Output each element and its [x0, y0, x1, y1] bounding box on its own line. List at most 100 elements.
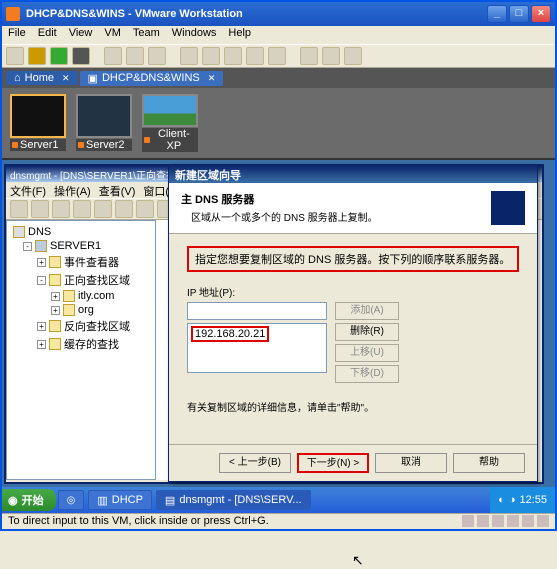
tray-icon[interactable]: ◐	[498, 494, 505, 506]
menu-windows[interactable]: Windows	[172, 27, 217, 43]
task-dhcp[interactable]: ▥ DHCP	[88, 490, 152, 510]
back-icon[interactable]	[10, 200, 28, 218]
expand-icon[interactable]: +	[51, 292, 60, 301]
tree-item-label: 正向查找区域	[64, 272, 130, 288]
tray-icon[interactable]: ◑	[509, 494, 516, 506]
ip-input[interactable]	[187, 302, 327, 320]
down-button[interactable]: 下移(D)	[335, 365, 399, 383]
menu-file[interactable]: File	[8, 27, 26, 43]
start-button[interactable]: ◉ 开始	[2, 489, 56, 511]
device-icon[interactable]	[507, 515, 519, 527]
wizard-heading: 主 DNS 服务器	[181, 191, 483, 207]
task-dnsmgmt[interactable]: ▤ dnsmgmt - [DNS\SERV...	[156, 490, 311, 510]
up-button[interactable]: 上移(U)	[335, 344, 399, 362]
server-list[interactable]: 192.168.20.21	[187, 323, 327, 373]
window-title: DHCP&DNS&WINS - VMware Workstation	[26, 8, 243, 20]
close-icon[interactable]: ✕	[62, 73, 70, 84]
collapse-icon[interactable]: -	[23, 242, 32, 251]
mmc-menu-file[interactable]: 文件(F)	[10, 183, 46, 197]
menu-view[interactable]: View	[69, 27, 93, 43]
tab-active[interactable]: ▣ DHCP&DNS&WINS ✕	[80, 71, 224, 86]
sidebar-icon[interactable]	[180, 47, 198, 65]
up-icon[interactable]	[52, 200, 70, 218]
vmware-toolbar	[2, 44, 555, 68]
mmc-menu-action[interactable]: 操作(A)	[54, 183, 91, 197]
thumbnails-icon[interactable]	[202, 47, 220, 65]
remove-button[interactable]: 删除(R)	[335, 323, 399, 341]
back-button[interactable]: < 上一步(B)	[219, 453, 291, 473]
expand-icon[interactable]: +	[37, 322, 46, 331]
thumb-label: Client-XP	[152, 128, 196, 152]
tool-b-icon[interactable]	[322, 47, 340, 65]
task-label: DHCP	[112, 494, 143, 506]
collapse-icon[interactable]: -	[37, 276, 46, 285]
thumb-clientxp[interactable]: Client-XP	[140, 94, 200, 152]
tree-forward-zones[interactable]: - 正向查找区域	[9, 271, 153, 289]
menu-team[interactable]: Team	[133, 27, 160, 43]
refresh-icon[interactable]	[115, 200, 133, 218]
device-icon[interactable]	[462, 515, 474, 527]
poweroff-icon[interactable]	[6, 47, 24, 65]
tree-eventviewer[interactable]: +事件查看器	[9, 253, 153, 271]
poweron-icon[interactable]	[50, 47, 68, 65]
dns-tree[interactable]: DNS -SERVER1 +事件查看器 - 正向查找区域 +itly.com + o…	[6, 220, 156, 480]
thumb-server2[interactable]: Server2	[74, 94, 134, 152]
unity-icon[interactable]	[268, 47, 286, 65]
vm-icon	[12, 142, 18, 148]
reset-icon[interactable]	[72, 47, 90, 65]
menu-vm[interactable]: VM	[104, 27, 121, 43]
device-icon[interactable]	[537, 515, 549, 527]
thumb-server1[interactable]: Server1	[8, 94, 68, 152]
tool-a-icon[interactable]	[300, 47, 318, 65]
minimize-button[interactable]: _	[487, 5, 507, 23]
cancel-button[interactable]: 取消	[375, 453, 447, 473]
manage-icon[interactable]	[148, 47, 166, 65]
tree-zone-org[interactable]: + org	[9, 303, 153, 317]
revert-icon[interactable]	[126, 47, 144, 65]
expand-icon[interactable]: +	[37, 258, 46, 267]
snapshot-icon[interactable]	[104, 47, 122, 65]
tree-root-label: DNS	[28, 226, 51, 238]
device-icon[interactable]	[477, 515, 489, 527]
suspend-icon[interactable]	[28, 47, 46, 65]
wizard-title: 新建区域向导	[169, 165, 537, 183]
tab-home-label: Home	[25, 72, 54, 84]
tree-cached[interactable]: +缓存的查找	[9, 335, 153, 353]
forward-icon[interactable]	[31, 200, 49, 218]
tree-root[interactable]: DNS	[9, 225, 153, 239]
add-button[interactable]: 添加(A)	[335, 302, 399, 320]
mmc-icon: ▤	[165, 494, 175, 507]
help-button[interactable]: 帮助	[453, 453, 525, 473]
menu-help[interactable]: Help	[228, 27, 251, 43]
switch-icon[interactable]	[246, 47, 264, 65]
menu-edit[interactable]: Edit	[38, 27, 57, 43]
properties-icon[interactable]	[94, 200, 112, 218]
dns-logo-icon	[491, 191, 525, 225]
ip-label: IP 地址(P):	[187, 284, 519, 299]
export-icon[interactable]	[136, 200, 154, 218]
mmc-menu-view[interactable]: 查看(V)	[99, 183, 136, 197]
tree-reverse-zones[interactable]: +反向查找区域	[9, 317, 153, 335]
expand-icon[interactable]: +	[37, 340, 46, 349]
device-icon[interactable]	[492, 515, 504, 527]
fullscreen-icon[interactable]	[224, 47, 242, 65]
maximize-button[interactable]: □	[509, 5, 529, 23]
ip-entry[interactable]: 192.168.20.21	[191, 326, 269, 342]
tree-zone-itly[interactable]: +itly.com	[9, 289, 153, 303]
mycomputer-button[interactable]: ◎	[58, 490, 85, 510]
guest-os-area[interactable]: dnsmgmt - [DNS\SERVER1\正向查找...] 文件(F) 操作…	[2, 158, 555, 513]
expand-icon[interactable]: +	[51, 306, 60, 315]
folder-icon	[49, 320, 61, 332]
systray[interactable]: ◐ ◑ 12:55	[490, 487, 555, 513]
device-icon[interactable]	[522, 515, 534, 527]
tree-item-label: org	[78, 304, 94, 316]
tree-server[interactable]: -SERVER1	[9, 239, 153, 253]
close-icon[interactable]: ✕	[208, 73, 216, 84]
next-button[interactable]: 下一步(N) >	[297, 453, 369, 473]
close-button[interactable]: ×	[531, 5, 551, 23]
vmware-menubar: File Edit View VM Team Windows Help	[2, 26, 555, 44]
tool-c-icon[interactable]	[344, 47, 362, 65]
tree-icon[interactable]	[73, 200, 91, 218]
thumb-preview	[10, 94, 66, 138]
tab-home[interactable]: ⌂ Home ✕	[6, 71, 78, 85]
